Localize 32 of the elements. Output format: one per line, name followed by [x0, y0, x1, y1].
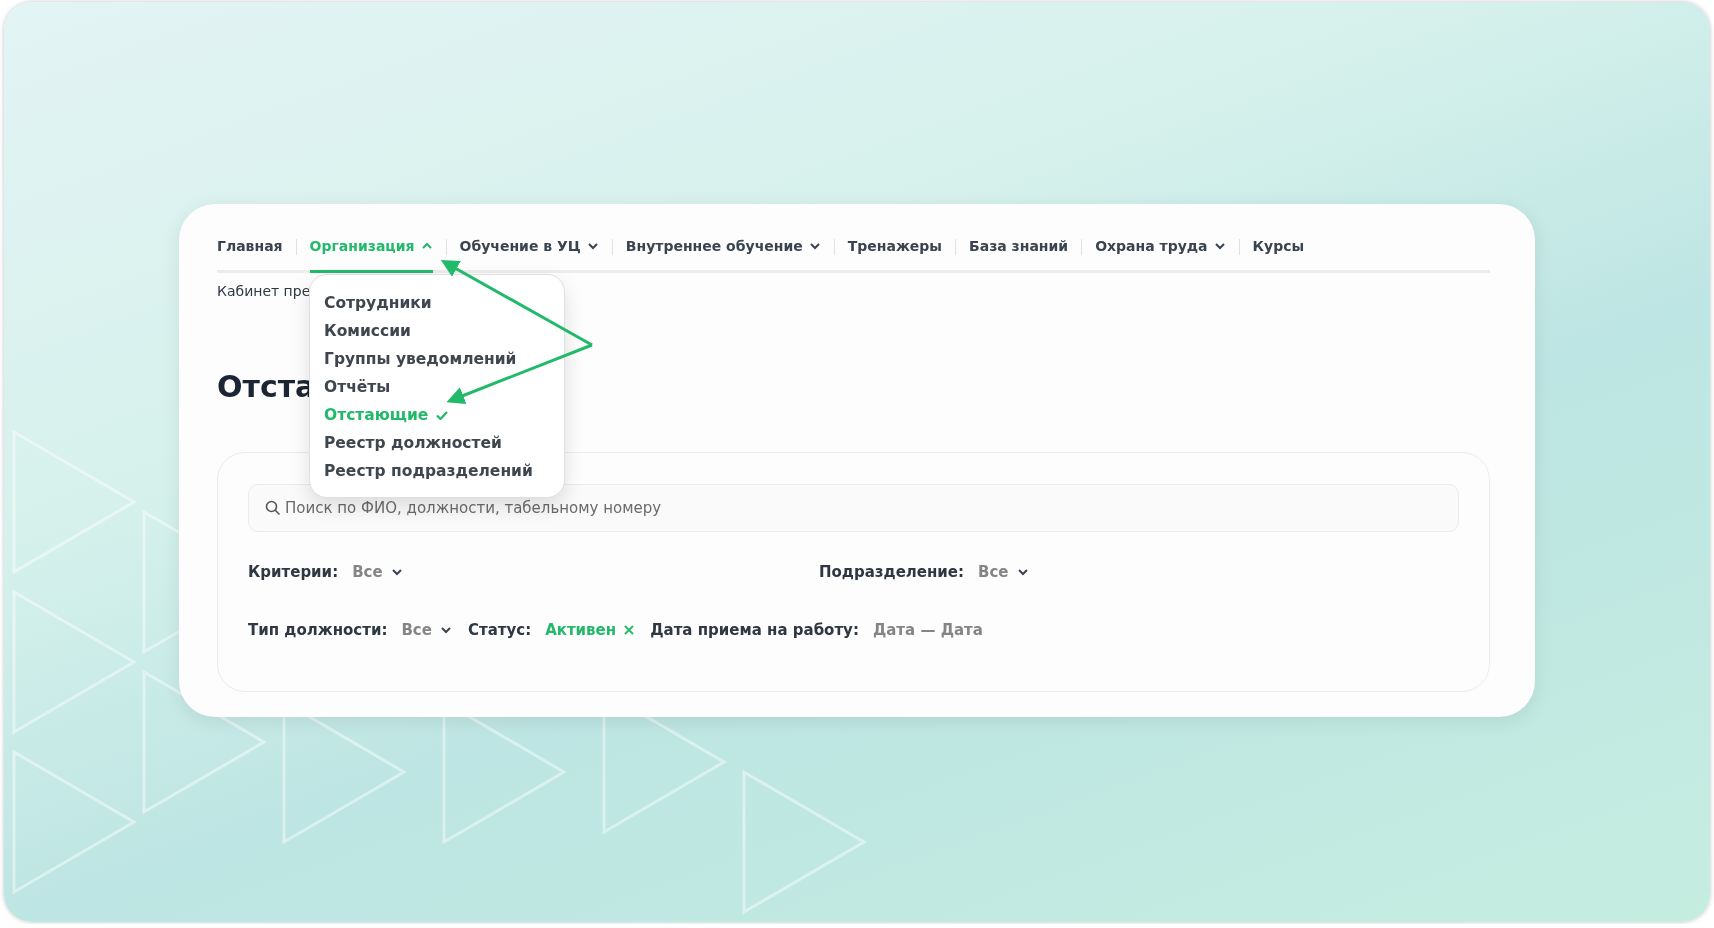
chevron-down-icon — [808, 240, 821, 252]
nav-tab[interactable]: Внутреннее обучение — [625, 222, 821, 273]
nav-tab[interactable]: Курсы — [1252, 222, 1305, 273]
menu-item[interactable]: Группы уведомлений — [324, 345, 564, 373]
nav-tab[interactable]: База знаний — [969, 222, 1069, 273]
nav-tab[interactable]: Главная — [217, 222, 283, 273]
filter-select[interactable]: Все — [401, 621, 452, 639]
nav-tab[interactable]: Обучение в УЦ — [459, 222, 599, 273]
filter-label: Статус: — [467, 621, 532, 639]
breadcrumb[interactable]: Кабинет пре — [217, 283, 311, 299]
search-field[interactable]: Поиск по ФИО, должности, табельному номеру — [248, 484, 1459, 532]
nav-tab[interactable]: Охрана труда — [1095, 222, 1226, 273]
menu-item[interactable]: Реестр подразделений — [324, 457, 564, 485]
chevron-down-icon — [1213, 240, 1226, 252]
chevron-down-icon — [1016, 566, 1029, 578]
filter-select[interactable]: Все — [978, 563, 1029, 581]
date-range-field[interactable]: Дата — Дата — [872, 621, 983, 639]
menu-item[interactable]: Комиссии — [324, 317, 564, 345]
chevron-down-icon — [439, 624, 452, 636]
menu-item[interactable]: Отчёты — [324, 373, 564, 401]
filter-select[interactable]: Все — [352, 563, 403, 581]
chevron-down-icon — [586, 240, 599, 252]
menu-item[interactable]: Сотрудники — [324, 289, 564, 317]
close-icon[interactable] — [624, 625, 635, 635]
filter-label: Подразделение: — [819, 563, 965, 581]
nav-tab[interactable]: Тренажеры — [847, 222, 943, 273]
filter-label: Критерии: — [248, 563, 339, 581]
filter-label: Тип должности: — [248, 621, 388, 639]
check-icon — [436, 410, 449, 420]
menu-item[interactable]: Реестр должностей — [324, 429, 564, 457]
chevron-down-icon — [390, 566, 403, 578]
filter-label: Дата приема на работу: — [650, 621, 859, 639]
